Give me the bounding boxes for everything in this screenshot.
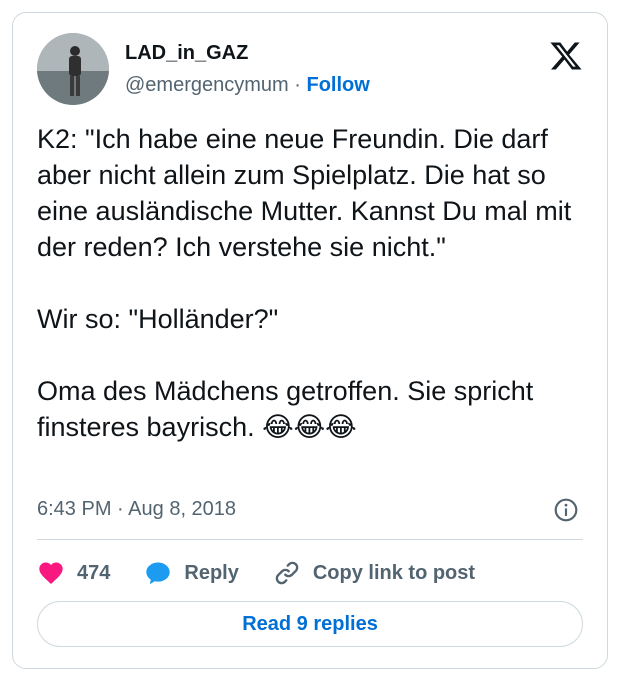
tweet-date: Aug 8, 2018 <box>128 498 237 520</box>
read-replies-button[interactable]: Read 9 replies <box>37 601 583 647</box>
divider <box>37 539 583 540</box>
info-icon[interactable] <box>553 497 579 523</box>
follow-button[interactable]: Follow <box>306 74 369 96</box>
reply-bubble-icon <box>146 562 171 585</box>
reply-button[interactable]: Reply <box>144 559 239 587</box>
handle-separator: · <box>294 74 301 96</box>
like-button[interactable]: 474 <box>37 559 110 587</box>
tweet-time: 6:43 PM <box>37 498 112 520</box>
x-logo-icon[interactable] <box>549 39 583 73</box>
tweet-timestamp[interactable]: 6:43 PM · Aug 8, 2018 <box>37 497 236 521</box>
copy-link-button[interactable]: Copy link to post <box>273 559 475 587</box>
heart-icon <box>39 562 63 584</box>
copy-link-label: Copy link to post <box>312 561 476 584</box>
author-handle-row: @emergencymum · Follow <box>125 73 370 97</box>
action-bar: 474 Reply Copy link to post <box>37 555 509 591</box>
link-icon <box>275 561 299 585</box>
author-name[interactable]: LAD_in_GAZ <box>125 41 248 65</box>
timestamp-separator: · <box>117 498 124 520</box>
avatar[interactable] <box>37 33 109 105</box>
tweet-text: K2: "Ich habe eine neue Freundin. Die da… <box>37 124 572 442</box>
likes-count: 474 <box>77 561 111 584</box>
reply-label: Reply <box>184 561 239 584</box>
author-handle[interactable]: @emergencymum <box>125 74 289 96</box>
tweet-card: LAD_in_GAZ @emergencymum · Follow K2: "I… <box>12 12 608 669</box>
